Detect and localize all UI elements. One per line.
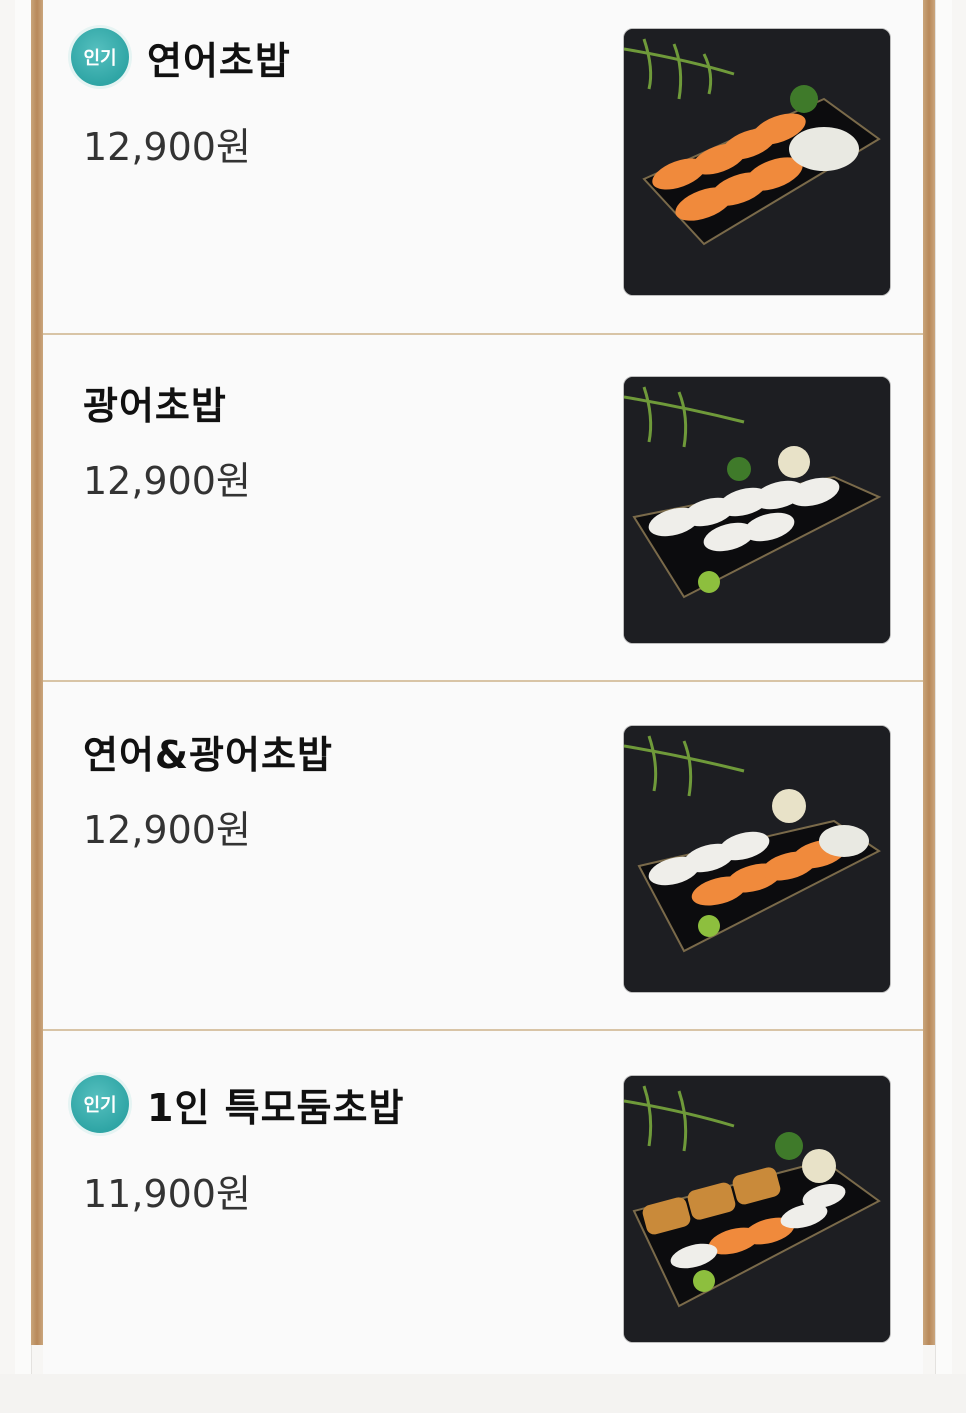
menu-item-title-row: 인기 연어초밥: [43, 28, 291, 86]
menu-item-photo[interactable]: [623, 376, 891, 644]
frame-edge-right: [935, 0, 952, 1374]
wood-frame-right: [923, 0, 935, 1345]
menu-item-flatfish-sushi[interactable]: 광어초밥 12,900원: [43, 335, 923, 682]
popular-badge: 인기: [71, 28, 129, 86]
menu-item-title-row: 연어&광어초밥: [43, 724, 333, 779]
menu-item-price: 12,900원: [83, 125, 251, 169]
menu-item-name: 광어초밥: [83, 384, 227, 428]
menu-item-price: 12,900원: [83, 459, 251, 503]
menu-item-photo[interactable]: [623, 1075, 891, 1343]
menu-item-special-assorted-sushi[interactable]: 인기 1인 특모둠초밥 11,900원: [43, 1033, 923, 1413]
menu-page: 인기 연어초밥 12,900원 광어초밥 12,900원 연어&광어초밥 12,…: [0, 0, 966, 1374]
menu-item-name: 1인 특모둠초밥: [147, 1085, 405, 1130]
menu-list: 인기 연어초밥 12,900원 광어초밥 12,900원 연어&광어초밥 12,…: [43, 0, 923, 1374]
wood-frame-left: [31, 0, 43, 1345]
menu-item-name: 연어초밥: [147, 38, 291, 83]
menu-item-name: 연어&광어초밥: [83, 733, 333, 777]
salmon-flatfish-sushi-tray-image: [624, 726, 890, 992]
menu-item-price: 11,900원: [83, 1172, 251, 1216]
assorted-sushi-tray-image: [624, 1076, 890, 1342]
popular-badge: 인기: [71, 1075, 129, 1133]
menu-item-photo[interactable]: [623, 28, 891, 296]
menu-item-salmon-sushi[interactable]: 인기 연어초밥 12,900원: [43, 0, 923, 335]
flatfish-sushi-tray-image: [624, 377, 890, 643]
menu-item-title-row: 광어초밥: [43, 375, 227, 430]
menu-item-title-row: 인기 1인 특모둠초밥: [43, 1075, 404, 1133]
menu-item-photo[interactable]: [623, 725, 891, 993]
frame-edge-left: [15, 0, 32, 1374]
menu-item-price: 12,900원: [83, 808, 251, 852]
salmon-sushi-tray-image: [624, 29, 890, 295]
menu-item-salmon-flatfish-sushi[interactable]: 연어&광어초밥 12,900원: [43, 684, 923, 1031]
